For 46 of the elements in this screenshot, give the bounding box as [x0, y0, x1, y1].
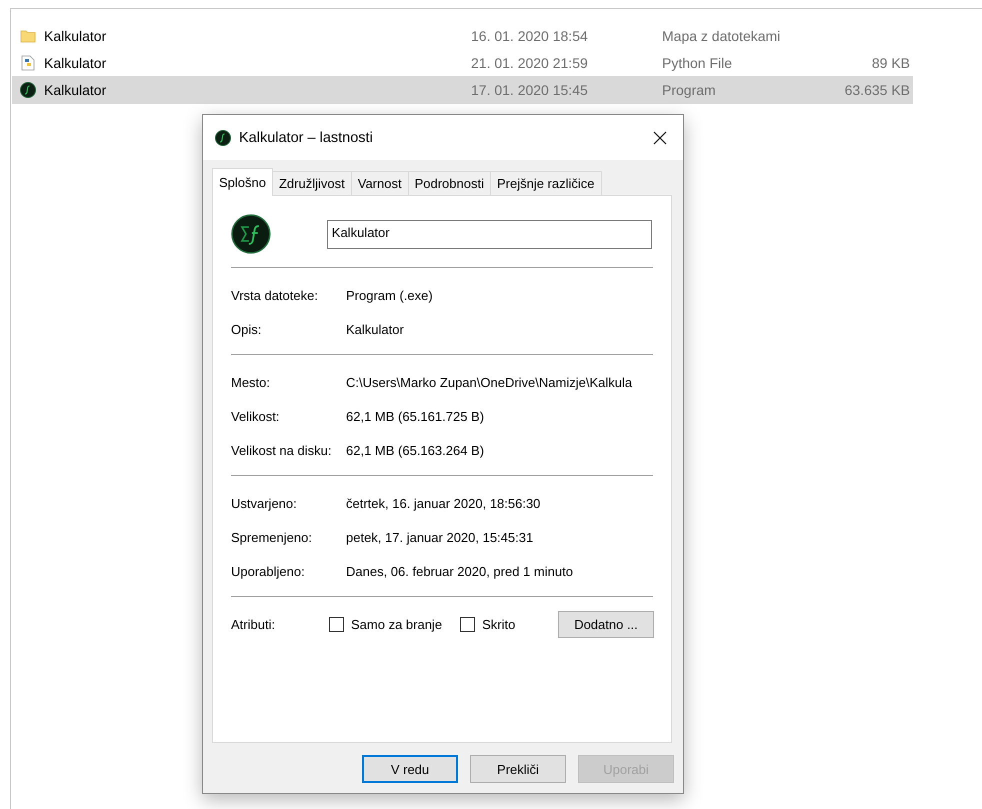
dialog-button[interactable]: V redu: [362, 755, 458, 783]
file-size: 63.635 KB: [844, 82, 910, 98]
file-name: Kalkulator: [44, 54, 108, 70]
property-label: Opis:: [231, 322, 262, 336]
advanced-button[interactable]: Dodatno ...: [558, 610, 654, 638]
attributes-label: Atributi:: [231, 616, 276, 632]
file-type: Python File: [662, 54, 734, 70]
property-label: Vrsta datoteke:: [231, 288, 319, 302]
folder-icon: [20, 28, 36, 44]
property-value: petek, 17. januar 2020, 15:45:31: [346, 530, 534, 544]
window-title: Kalkulator – lastnosti: [239, 130, 374, 146]
property-label: Velikost na disku:: [231, 442, 332, 458]
checkbox[interactable]: Skrito: [460, 616, 516, 632]
dialog-button[interactable]: Prekliči: [470, 755, 566, 783]
file-row[interactable]: Kalkulator 21. 01. 2020 21:59 Python File 89 KB: [12, 49, 913, 76]
file-date: 17. 01. 2020 15:45: [471, 82, 589, 98]
name-field[interactable]: Kalkulator: [326, 220, 652, 248]
tab[interactable]: Splošno: [212, 168, 273, 196]
property-label: Uporabljeno:: [231, 564, 306, 578]
property-value: Kalkulator: [346, 322, 404, 336]
property-label: Mesto:: [231, 374, 272, 390]
property-value: C:\Users\Marko Zupan\OneDrive\Namizje\Kalkula: [346, 374, 632, 390]
checkbox[interactable]: Samo za branje: [329, 616, 442, 632]
property-label: Velikost:: [231, 408, 280, 424]
file-row[interactable]: Kalkulator 16. 01. 2020 18:54 Mapa z datotekami: [12, 22, 913, 49]
property-value: četrtek, 16. januar 2020, 18:56:30: [346, 496, 540, 510]
file-name: Kalkulator: [44, 82, 108, 98]
app-icon: [215, 130, 231, 146]
property-value: 62,1 MB (65.163.264 B): [346, 442, 484, 458]
file-row[interactable]: Kalkulator 17. 01. 2020 15:45 Program 63.635 KB: [12, 76, 913, 104]
file-size: 89 KB: [870, 54, 910, 70]
property-label: Ustvarjeno:: [231, 496, 298, 510]
property-value: Program (.exe): [346, 288, 433, 302]
property-value: 62,1 MB (65.161.725 B): [346, 408, 484, 424]
python-file-icon: [20, 54, 36, 70]
file-type: Program: [662, 82, 717, 98]
file-type: Mapa z datotekami: [662, 28, 782, 44]
property-label: Spremenjeno:: [231, 530, 313, 544]
app-icon: [20, 82, 36, 98]
tab[interactable]: Prejšnje različice: [490, 171, 602, 195]
file-date: 21. 01. 2020 21:59: [471, 54, 589, 70]
file-date: 16. 01. 2020 18:54: [471, 28, 589, 44]
file-name: Kalkulator: [44, 28, 108, 44]
app-icon: [231, 214, 271, 254]
close-icon: [653, 130, 667, 144]
property-value: Danes, 06. februar 2020, pred 1 minuto: [346, 564, 573, 578]
